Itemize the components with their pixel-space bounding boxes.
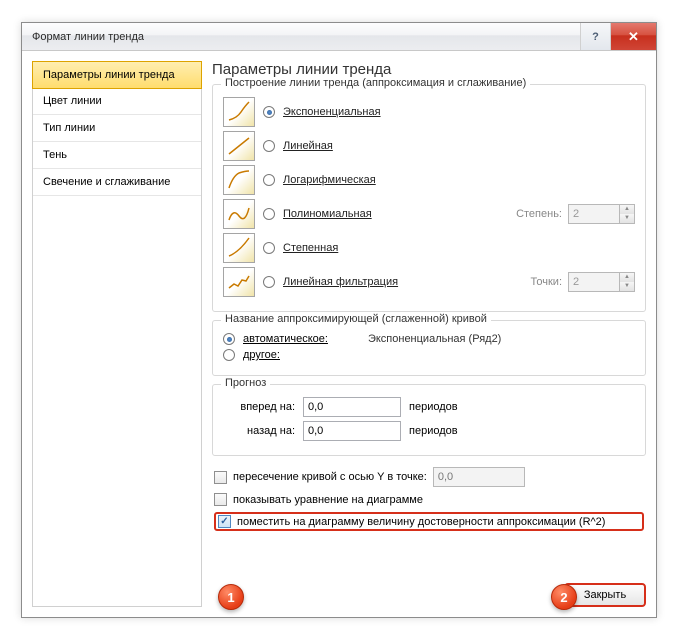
moving-avg-icon [223, 267, 255, 297]
name-row-auto: автоматическое: Экспоненциальная (Ряд2) [223, 333, 635, 345]
main-panel: Параметры линии тренда Построение линии … [212, 61, 646, 607]
show-eq-row: показывать уравнение на диаграмме [214, 493, 644, 506]
label-power: Степенная [283, 242, 338, 254]
sidebar-item-glow[interactable]: Свечение и сглаживание [33, 169, 201, 196]
help-button[interactable]: ? [580, 23, 610, 50]
degree-input [568, 204, 620, 224]
backward-input[interactable] [303, 421, 401, 441]
degree-up: ▲ [620, 205, 634, 214]
sidebar-item-shadow[interactable]: Тень [33, 142, 201, 169]
label-name-custom: другое: [243, 349, 280, 361]
polynomial-icon [223, 199, 255, 229]
backward-label: назад на: [223, 425, 295, 437]
auto-name-value: Экспоненциальная (Ряд2) [368, 333, 501, 345]
sidebar-item-line-type[interactable]: Тип линии [33, 115, 201, 142]
radio-linear[interactable] [263, 140, 275, 152]
radio-exponential[interactable] [263, 106, 275, 118]
radio-power[interactable] [263, 242, 275, 254]
show-eq-checkbox[interactable] [214, 493, 227, 506]
backward-unit: периодов [409, 425, 458, 437]
radio-moving-avg[interactable] [263, 276, 275, 288]
logarithmic-icon [223, 165, 255, 195]
intercept-row: пересечение кривой с осью Y в точке: [214, 467, 644, 487]
label-logarithmic: Логарифмическая [283, 174, 376, 186]
category-sidebar: Параметры линии тренда Цвет линии Тип ли… [32, 61, 202, 607]
period-down: ▼ [620, 282, 634, 291]
callout-badge-2: 2 [551, 584, 577, 610]
dialog-title: Формат линии тренда [32, 31, 580, 43]
trend-row-moving-avg: Линейная фильтрация Точки: ▲▼ [223, 267, 635, 297]
trendline-format-dialog: Формат линии тренда ? ✕ Параметры линии … [21, 22, 657, 618]
forward-input[interactable] [303, 397, 401, 417]
intercept-checkbox[interactable] [214, 471, 227, 484]
exponential-icon [223, 97, 255, 127]
panel-heading: Параметры линии тренда [212, 61, 646, 78]
linear-icon [223, 131, 255, 161]
trend-row-exponential: Экспоненциальная [223, 97, 635, 127]
show-r2-label: поместить на диаграмму величину достовер… [237, 516, 605, 528]
polynomial-degree: Степень: ▲▼ [516, 204, 635, 224]
titlebar: Формат линии тренда ? ✕ [22, 23, 656, 51]
forecast-forward-row: вперед на: периодов [223, 397, 635, 417]
period-label: Точки: [531, 276, 562, 288]
label-linear: Линейная [283, 140, 333, 152]
trend-row-polynomial: Полиномиальная Степень: ▲▼ [223, 199, 635, 229]
label-name-auto: автоматическое: [243, 333, 328, 345]
dialog-footer: Закрыть [212, 575, 646, 607]
name-row-custom: другое: [223, 349, 635, 361]
radio-polynomial[interactable] [263, 208, 275, 220]
forecast-backward-row: назад на: периодов [223, 421, 635, 441]
close-button-label: Закрыть [584, 589, 626, 601]
moving-avg-period: Точки: ▲▼ [531, 272, 635, 292]
degree-down: ▼ [620, 214, 634, 223]
forecast-legend: Прогноз [221, 377, 270, 389]
label-exponential: Экспоненциальная [283, 106, 381, 118]
callout-badge-1: 1 [218, 584, 244, 610]
intercept-label: пересечение кривой с осью Y в точке: [233, 471, 427, 483]
trend-type-group: Построение линии тренда (аппроксимация и… [212, 84, 646, 312]
power-icon [223, 233, 255, 263]
trend-row-logarithmic: Логарифмическая [223, 165, 635, 195]
trend-row-power: Степенная [223, 233, 635, 263]
label-polynomial: Полиномиальная [283, 208, 372, 220]
radio-name-auto[interactable] [223, 333, 235, 345]
sidebar-item-trend-params[interactable]: Параметры линии тренда [32, 61, 202, 89]
forecast-group: Прогноз вперед на: периодов назад на: пе… [212, 384, 646, 456]
show-r2-checkbox[interactable] [218, 515, 231, 528]
degree-label: Степень: [516, 208, 562, 220]
name-group: Название аппроксимирующей (сглаженной) к… [212, 320, 646, 376]
sidebar-item-line-color[interactable]: Цвет линии [33, 88, 201, 115]
trend-row-linear: Линейная [223, 131, 635, 161]
period-spinner: ▲▼ [568, 272, 635, 292]
titlebar-buttons: ? ✕ [580, 23, 656, 50]
degree-spinner: ▲▼ [568, 204, 635, 224]
label-moving-avg: Линейная фильтрация [283, 276, 398, 288]
radio-name-custom[interactable] [223, 349, 235, 361]
show-r2-row: поместить на диаграмму величину достовер… [214, 512, 644, 531]
forward-label: вперед на: [223, 401, 295, 413]
trend-type-legend: Построение линии тренда (аппроксимация и… [221, 77, 530, 89]
period-input [568, 272, 620, 292]
radio-logarithmic[interactable] [263, 174, 275, 186]
forward-unit: периодов [409, 401, 458, 413]
period-up: ▲ [620, 273, 634, 282]
name-legend: Название аппроксимирующей (сглаженной) к… [221, 313, 491, 325]
dialog-body: Параметры линии тренда Цвет линии Тип ли… [22, 51, 656, 617]
show-eq-label: показывать уравнение на диаграмме [233, 494, 423, 506]
window-close-button[interactable]: ✕ [610, 23, 656, 50]
intercept-value [433, 467, 525, 487]
